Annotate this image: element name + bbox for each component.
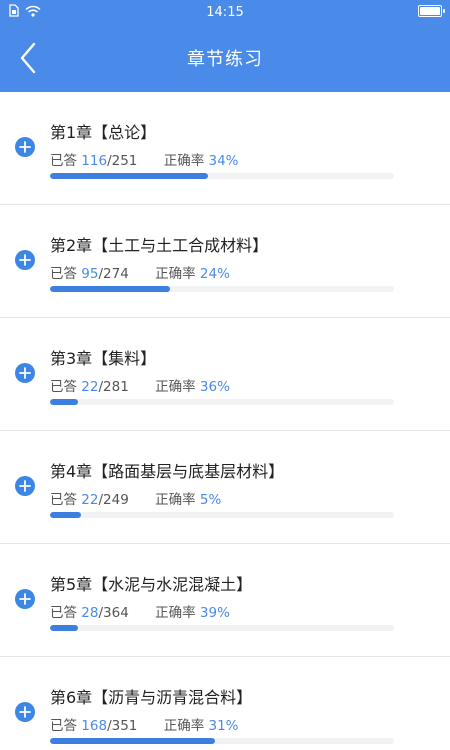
header-bar: 章节练习 [0,24,450,92]
chapter-item-4[interactable]: 第4章【路面基层与底基层材料】 已答 22/249 正确率 5% [0,431,450,544]
total-count: /251 [107,153,138,169]
expand-plus-icon[interactable] [15,476,35,496]
chapter-title: 第3章【集料】 [50,349,157,368]
accuracy-label: 正确率 [155,605,200,621]
chapter-stats: 已答 95/274 正确率 24% [50,262,230,282]
accuracy-label: 正确率 [155,379,200,395]
wifi-icon [25,5,41,17]
status-time: 14:15 [206,4,244,20]
progress-fill [50,738,216,744]
chapter-stats: 已答 22/249 正确率 5% [50,488,221,508]
total-count: /351 [107,718,138,734]
page-title: 章节练习 [187,49,263,70]
total-count: /274 [98,266,129,282]
accuracy-label: 正确率 [155,266,200,282]
progress-fill [50,512,81,518]
progress-fill [50,173,209,179]
answered-count: 22 [81,492,99,508]
battery-icon [418,5,445,17]
chapter-item-5[interactable]: 第5章【水泥与水泥混凝土】 已答 28/364 正确率 39% [0,544,450,657]
chapter-title: 第6章【沥青与沥青混合料】 [50,688,253,707]
chapter-title: 第2章【土工与土工合成材料】 [50,236,269,255]
answered-label: 已答 [50,379,82,395]
chapter-stats: 已答 168/351 正确率 31% [50,714,239,734]
progress-track [50,625,394,631]
progress-track [50,512,394,518]
chapter-item-6[interactable]: 第6章【沥青与沥青混合料】 已答 168/351 正确率 31% [0,657,450,750]
plus-icon [19,593,31,605]
expand-plus-icon[interactable] [15,702,35,722]
expand-plus-icon[interactable] [15,363,35,383]
total-count: /364 [98,605,129,621]
accuracy-label: 正确率 [163,718,209,734]
status-bar: 14:15 [0,0,450,24]
expand-plus-icon[interactable] [15,250,35,270]
plus-icon [19,706,31,718]
total-count: /281 [98,379,129,395]
progress-track [50,738,394,744]
expand-plus-icon[interactable] [15,137,35,157]
accuracy-value: 31% [208,718,239,734]
answered-label: 已答 [50,492,82,508]
answered-label: 已答 [50,718,82,734]
answered-count: 28 [81,605,99,621]
plus-icon [19,480,31,492]
sim-card-icon [9,4,19,17]
plus-icon [19,367,31,379]
progress-track [50,173,394,179]
chapter-item-2[interactable]: 第2章【土工与土工合成材料】 已答 95/274 正确率 24% [0,205,450,318]
chapter-stats: 已答 28/364 正确率 39% [50,601,230,621]
plus-icon [19,141,31,153]
progress-fill [50,399,78,405]
answered-count: 168 [81,718,108,734]
answered-label: 已答 [50,605,82,621]
accuracy-value: 24% [199,266,230,282]
answered-count: 116 [81,153,108,169]
accuracy-label: 正确率 [163,153,209,169]
chevron-left-icon [20,42,36,74]
expand-plus-icon[interactable] [15,589,35,609]
progress-fill [50,286,171,292]
accuracy-value: 39% [199,605,230,621]
accuracy-label: 正确率 [155,492,200,508]
plus-icon [19,254,31,266]
progress-fill [50,625,78,631]
progress-track [50,399,394,405]
chapter-item-1[interactable]: 第1章【总论】 已答 116/251 正确率 34% [0,92,450,205]
status-icons-left [8,4,41,17]
total-count: /249 [98,492,129,508]
chapter-title: 第5章【水泥与水泥混凝土】 [50,575,253,594]
progress-track [50,286,394,292]
app-screen: 14:15 章节练习 第1章【总论】 已答 116/251 正确率 34% 第2… [0,0,450,750]
answered-count: 22 [81,379,99,395]
accuracy-value: 34% [208,153,239,169]
answered-label: 已答 [50,266,82,282]
answered-count: 95 [81,266,99,282]
accuracy-value: 5% [199,492,222,508]
chapter-stats: 已答 22/281 正确率 36% [50,375,230,395]
chapter-title: 第1章【总论】 [50,123,157,142]
back-button[interactable] [6,32,50,84]
accuracy-value: 36% [199,379,230,395]
chapter-title: 第4章【路面基层与底基层材料】 [50,462,285,481]
chapter-list: 第1章【总论】 已答 116/251 正确率 34% 第2章【土工与土工合成材料… [0,92,450,750]
chapter-stats: 已答 116/251 正确率 34% [50,149,239,169]
chapter-item-3[interactable]: 第3章【集料】 已答 22/281 正确率 36% [0,318,450,431]
answered-label: 已答 [50,153,82,169]
